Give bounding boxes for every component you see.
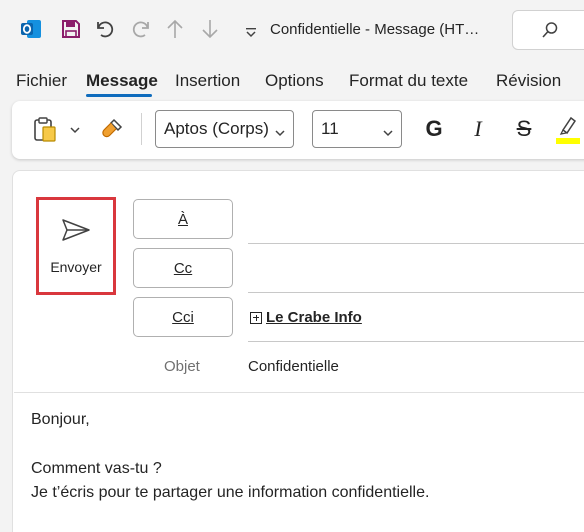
font-name-value: Aptos (Corps)	[164, 119, 269, 138]
format-painter-icon[interactable]	[98, 115, 126, 143]
subject-label: Objet	[164, 358, 200, 375]
cc-field[interactable]	[248, 292, 584, 293]
send-label: Envoyer	[50, 259, 102, 275]
redo-icon[interactable]	[126, 14, 156, 44]
customize-dropdown-icon[interactable]	[245, 25, 257, 43]
ribbon-tabs: Fichier Message Insertion Options Format…	[0, 68, 584, 98]
bcc-recipient-chip[interactable]: Le Crabe Info	[250, 309, 362, 326]
active-tab-indicator	[86, 94, 152, 97]
bcc-recipient-name: Le Crabe Info	[266, 309, 362, 326]
expand-group-icon[interactable]	[250, 311, 262, 324]
send-icon	[61, 218, 91, 247]
search-icon	[541, 21, 559, 44]
tab-format-du-texte[interactable]: Format du texte	[349, 71, 468, 91]
down-arrow-icon[interactable]	[195, 14, 225, 44]
outlook-app-icon[interactable]	[16, 14, 46, 44]
bold-button[interactable]: G	[420, 113, 448, 145]
search-input[interactable]	[512, 10, 584, 50]
ribbon-toolbar: Aptos (Corps) 11 G I S	[12, 101, 584, 159]
chevron-down-icon	[275, 122, 285, 142]
tab-fichier[interactable]: Fichier	[16, 71, 67, 91]
font-name-select[interactable]: Aptos (Corps)	[155, 110, 294, 148]
body-line[interactable]: Comment vas-tu ?	[31, 460, 162, 478]
chevron-down-icon	[383, 122, 393, 142]
send-button[interactable]: Envoyer	[36, 197, 116, 295]
tab-message[interactable]: Message	[86, 71, 158, 91]
to-button[interactable]: À	[133, 199, 233, 239]
bcc-field	[248, 341, 584, 342]
title-bar: Confidentielle - Message (HT…	[0, 0, 584, 62]
font-size-value: 11	[321, 119, 339, 138]
ribbon-divider	[141, 113, 142, 145]
tab-insertion[interactable]: Insertion	[175, 71, 240, 91]
tab-options[interactable]: Options	[265, 71, 324, 91]
paste-icon[interactable]	[30, 115, 60, 145]
body-line[interactable]: Je t’écris pour te partager une informat…	[31, 484, 429, 502]
highlight-icon[interactable]	[552, 111, 582, 147]
tab-revision[interactable]: Révision	[496, 71, 561, 91]
bcc-button[interactable]: Cci	[133, 297, 233, 337]
body-line[interactable]: Bonjour,	[31, 411, 90, 429]
italic-button[interactable]: I	[464, 113, 492, 145]
font-size-select[interactable]: 11	[312, 110, 402, 148]
subject-input[interactable]: Confidentielle	[248, 358, 339, 375]
window-title: Confidentielle - Message (HT…	[270, 21, 480, 38]
save-icon[interactable]	[56, 14, 86, 44]
to-field[interactable]	[248, 243, 584, 244]
cc-button[interactable]: Cc	[133, 248, 233, 288]
undo-icon[interactable]	[90, 14, 120, 44]
paste-dropdown-chevron-icon[interactable]	[68, 123, 82, 137]
strikethrough-button[interactable]: S	[510, 113, 538, 145]
subject-divider	[14, 392, 584, 393]
up-arrow-icon[interactable]	[160, 14, 190, 44]
